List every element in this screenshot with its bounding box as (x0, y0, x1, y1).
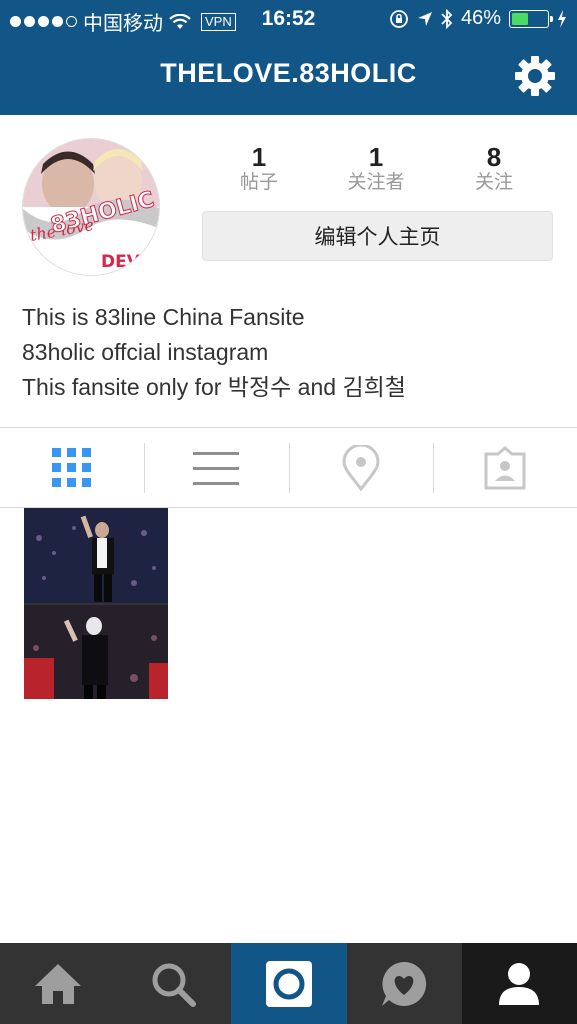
nav-activity[interactable] (347, 943, 462, 1024)
status-bar: 中国移动 VPN 16:52 46% (0, 0, 577, 38)
bio-line: This fansite only for 박정수 and 김희철 (22, 374, 406, 400)
followers-count: 1 (368, 142, 384, 172)
following-label: 关注 (474, 172, 513, 193)
stat-posts[interactable]: 1 帖子 (204, 143, 314, 195)
grid-icon (52, 447, 92, 487)
post-thumbnail[interactable] (24, 508, 168, 699)
home-icon (34, 963, 81, 1004)
bluetooth-icon (441, 8, 453, 29)
tab-location-view[interactable] (288, 428, 433, 507)
list-icon (193, 451, 240, 485)
posts-label: 帖子 (239, 172, 278, 193)
view-tabs (0, 427, 577, 508)
bottom-nav (0, 943, 577, 1024)
edit-profile-button[interactable]: 编辑个人主页 (202, 211, 553, 261)
followers-label: 关注者 (347, 172, 405, 193)
nav-search[interactable] (115, 943, 230, 1024)
charging-icon (558, 9, 566, 28)
following-count: 8 (486, 142, 502, 172)
tab-grid-view[interactable] (0, 428, 144, 507)
tagged-person-icon (484, 445, 526, 489)
posts-count: 1 (251, 142, 267, 172)
nav-camera[interactable] (230, 943, 347, 1024)
bio-line: 83holic offcial instagram (22, 339, 269, 365)
avatar[interactable]: the love 83HOLIC DEVIL (22, 138, 160, 276)
battery-percent: 46% (460, 7, 501, 29)
activity-heart-icon (382, 961, 427, 1006)
camera-icon (265, 960, 312, 1007)
rotation-lock-icon (390, 9, 408, 28)
nav-profile[interactable] (461, 943, 577, 1024)
stat-following[interactable]: 8 关注 (439, 143, 549, 195)
stat-followers[interactable]: 1 关注者 (321, 143, 431, 195)
avatar-text-devil: DEVIL (101, 252, 157, 272)
tab-list-view[interactable] (144, 428, 288, 507)
location-arrow-icon (417, 11, 432, 26)
battery-icon (509, 9, 553, 28)
profile-username-title: THELOVE.83HOLIC (160, 58, 417, 88)
search-icon (152, 963, 196, 1007)
profile-bio: This is 83line China Fansite 83holic off… (22, 300, 406, 405)
top-bar: 中国移动 VPN 16:52 46% THELOVE.83HOLIC (0, 0, 577, 115)
tab-tagged-view[interactable] (432, 428, 577, 507)
gear-icon[interactable] (514, 55, 556, 97)
nav-home[interactable] (0, 943, 115, 1024)
location-pin-icon (342, 444, 380, 491)
bio-line: This is 83line China Fansite (22, 304, 305, 330)
profile-icon (499, 962, 540, 1005)
